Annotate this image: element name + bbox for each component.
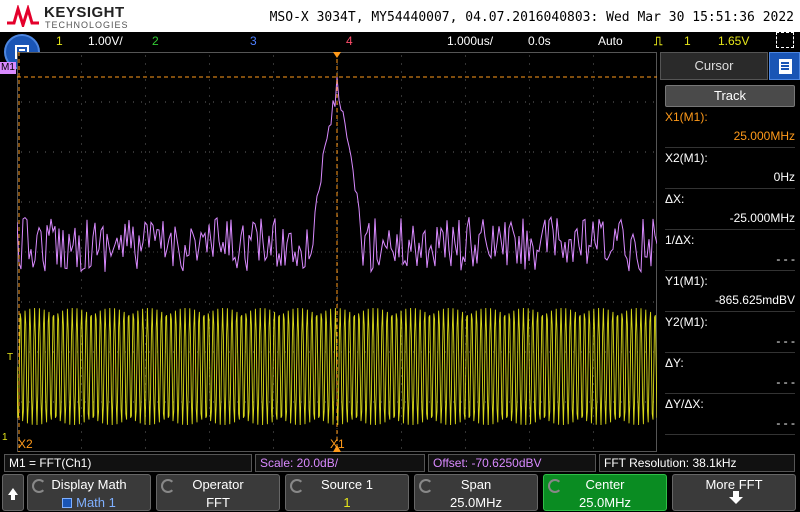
down-arrow-icon	[729, 491, 743, 504]
ch2-label[interactable]: 2	[152, 34, 159, 48]
delta-y-readout: ΔY: - - -	[665, 354, 795, 394]
ch4-label[interactable]: 4	[346, 34, 353, 48]
y1-readout: Y1(M1): -865.625mdBV	[665, 272, 795, 312]
delay-value[interactable]: 0.0s	[528, 34, 551, 48]
operator-title: Operator	[192, 477, 244, 492]
y2-readout-label: Y2(M1):	[665, 315, 708, 329]
timebase-value[interactable]: 1.000us/	[447, 34, 493, 48]
brand-subtitle: TECHNOLOGIES	[45, 20, 129, 30]
checkbox-icon[interactable]	[62, 498, 73, 508]
trigger-level-marker[interactable]: T	[7, 352, 13, 364]
y1-readout-value: -865.625mdBV	[714, 293, 795, 307]
center-value: 25.0MHz	[578, 495, 632, 510]
delta-x-value: -25.000MHz	[729, 211, 795, 225]
x2-readout-label: X2(M1):	[665, 151, 708, 165]
ch1-ground-marker[interactable]: 1	[2, 432, 8, 444]
trigger-mode[interactable]: Auto	[598, 34, 623, 48]
instrument-info: MSO-X 3034T, MY54440007, 04.07.201604080…	[269, 10, 794, 25]
inv-delta-x-readout: 1/ΔX: - - -	[665, 231, 795, 271]
delta-x-label: ΔX:	[665, 192, 685, 206]
brand-name: KEYSIGHT	[44, 4, 125, 21]
keysight-logo: KEYSIGHT TECHNOLOGIES	[6, 3, 129, 30]
math-status-bar: M1 = FFT(Ch1) Scale: 20.0dB/ Offset: -70…	[0, 453, 800, 472]
y2-readout: Y2(M1): - - -	[665, 313, 795, 353]
x1-readout: X1(M1): 25.000MHz	[665, 108, 795, 148]
delta-y-value: - - -	[776, 375, 795, 389]
screen-area-icon[interactable]	[776, 32, 794, 48]
center-title: Center	[585, 477, 625, 492]
y2-readout-value: - - -	[776, 334, 795, 348]
span-title: Span	[460, 477, 492, 492]
cursor-panel: Cursor Track X1(M1): 25.000MHz X2(M1): 0…	[660, 52, 800, 452]
panel-menu-button[interactable]	[769, 52, 800, 80]
track-button[interactable]: Track	[665, 85, 795, 107]
x2-readout-value: 0Hz	[773, 170, 795, 184]
document-icon	[779, 59, 792, 74]
source-title: Source 1	[320, 477, 374, 492]
up-arrow-icon	[8, 488, 18, 500]
x2-cursor-label[interactable]: X2	[18, 438, 33, 450]
trigger-level[interactable]: 1.65V	[718, 34, 749, 48]
source-softkey[interactable]: Source 1 1	[285, 474, 409, 511]
x1-readout-label: X1(M1):	[665, 110, 708, 124]
dy-dx-value: - - -	[776, 416, 795, 430]
span-softkey[interactable]: Span 25.0MHz	[414, 474, 538, 511]
center-softkey[interactable]: Center 25.0MHz	[543, 474, 667, 511]
y1-readout-label: Y1(M1):	[665, 274, 708, 288]
softkey-bar: Display Math Math 1 Operator FFT Source …	[0, 472, 800, 512]
display-math-value: Math 1	[76, 495, 116, 510]
display-math-title: Display Math	[51, 477, 127, 492]
span-value: 25.0MHz	[449, 495, 503, 510]
ch3-label[interactable]: 3	[250, 34, 257, 48]
trigger-source[interactable]: 1	[684, 34, 691, 48]
trigger-edge-icon: ⎍	[654, 34, 663, 48]
x2-readout: X2(M1): 0Hz	[665, 149, 795, 189]
display-math-softkey[interactable]: Display Math Math 1	[27, 474, 151, 511]
inv-delta-x-value: - - -	[776, 252, 795, 266]
fft-offset: Offset: -70.6250dBV	[428, 454, 596, 472]
more-fft-title: More FFT	[705, 477, 763, 492]
fft-resolution: FFT Resolution: 38.1kHz	[599, 454, 795, 472]
delta-y-label: ΔY:	[665, 356, 684, 370]
math-definition: M1 = FFT(Ch1)	[4, 454, 252, 472]
delta-x-readout: ΔX: -25.000MHz	[665, 190, 795, 230]
x1-readout-value: 25.000MHz	[733, 129, 795, 143]
inv-delta-x-label: 1/ΔX:	[665, 233, 695, 247]
fft-scale: Scale: 20.0dB/	[255, 454, 425, 472]
back-button[interactable]	[2, 474, 24, 511]
x1-cursor-label[interactable]: X1	[330, 438, 345, 450]
cursor-tab[interactable]: Cursor	[660, 52, 768, 80]
x1-cursor-top-handle	[333, 52, 341, 58]
ch1-label[interactable]: 1	[56, 34, 63, 48]
dy-dx-label: ΔY/ΔX:	[665, 397, 704, 411]
keysight-wave-icon	[7, 5, 39, 27]
operator-softkey[interactable]: Operator FFT	[156, 474, 280, 511]
title-bar: KEYSIGHT TECHNOLOGIES MSO-X 3034T, MY544…	[0, 0, 800, 32]
source-value: 1	[343, 495, 351, 510]
waveform-display[interactable]	[17, 52, 657, 452]
dy-dx-readout: ΔY/ΔX: - - -	[665, 395, 795, 435]
ch1-scale[interactable]: 1.00V/	[88, 34, 123, 48]
math-m1-marker[interactable]: M1	[0, 62, 16, 74]
graticule	[17, 52, 657, 452]
operator-value: FFT	[206, 495, 230, 510]
more-fft-softkey[interactable]: More FFT	[672, 474, 796, 511]
channel-bar: 1 1.00V/ 2 3 4 1.000us/ 0.0s Auto ⎍ 1 1.…	[0, 32, 800, 51]
